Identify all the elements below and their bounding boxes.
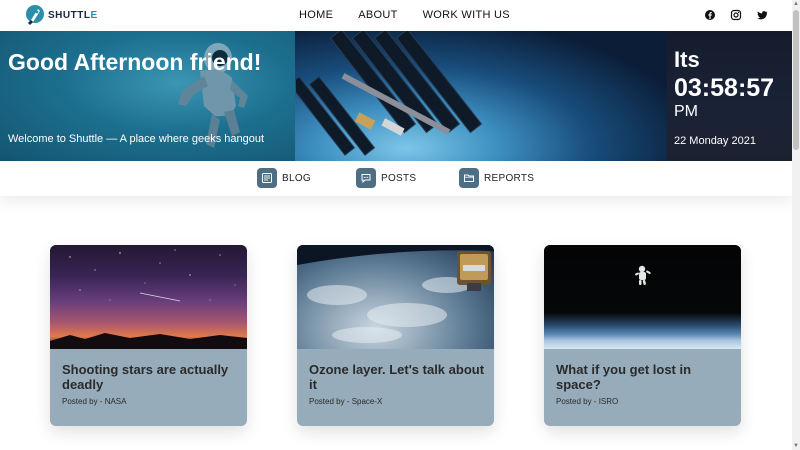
card-title[interactable]: Ozone layer. Let's talk about it: [309, 362, 487, 392]
nav-links: HOME ABOUT WORK WITH US: [299, 9, 535, 21]
clock-date: 22 Monday 2021: [674, 135, 756, 147]
social-links: [704, 8, 768, 21]
logo-text: SHUTTLE: [48, 9, 98, 21]
scrollbar-thumb[interactable]: [793, 10, 799, 150]
card-title[interactable]: What if you get lost in space?: [556, 362, 734, 392]
tab-posts-label: POSTS: [381, 172, 417, 184]
nav-link-home[interactable]: HOME: [299, 9, 333, 21]
rocket-logo-icon: [26, 5, 44, 25]
hero-welcome-text: Welcome to Shuttle — A place where geeks…: [8, 133, 265, 145]
instagram-icon[interactable]: [730, 8, 742, 21]
card-title[interactable]: Shooting stars are actually deadly: [62, 362, 240, 392]
clock-time: 03:58:57: [674, 74, 775, 102]
clock-prefix: Its: [674, 47, 700, 72]
tab-reports-label: REPORTS: [484, 172, 535, 184]
blog-icon: [257, 168, 277, 188]
nav-link-work-with-us[interactable]: WORK WITH US: [423, 9, 510, 21]
reports-icon: [459, 168, 479, 188]
tab-blog[interactable]: BLOG: [257, 168, 311, 188]
night-sky-image: [50, 245, 247, 349]
space-station-image: [296, 31, 483, 156]
category-tabbar: BLOG POSTS REPORTS: [0, 161, 792, 196]
astronaut-space-image: [544, 245, 741, 349]
card-meta: Posted by - Space-X: [309, 397, 383, 406]
earth-orbit-image: [297, 245, 494, 349]
card-meta: Posted by - ISRO: [556, 397, 619, 406]
scroll-up-arrow-icon[interactable]: ▲: [793, 1, 799, 7]
page-scrollbar[interactable]: ▲ ▼: [792, 0, 800, 450]
post-card[interactable]: What if you get lost in space? Posted by…: [544, 245, 741, 426]
logo[interactable]: SHUTTLE: [22, 3, 98, 27]
tab-blog-label: BLOG: [282, 172, 311, 184]
tab-reports[interactable]: REPORTS: [459, 168, 534, 188]
hero-banner: Good Afternoon friend! Welcome to Shuttl…: [0, 31, 792, 161]
twitter-icon[interactable]: [756, 8, 768, 20]
facebook-icon[interactable]: [704, 8, 716, 20]
posts-icon: [356, 168, 376, 188]
scroll-down-arrow-icon[interactable]: ▼: [793, 443, 799, 449]
tab-posts[interactable]: POSTS: [356, 168, 416, 188]
post-card[interactable]: Shooting stars are actually deadly Poste…: [50, 245, 247, 426]
post-card[interactable]: Ozone layer. Let's talk about it Posted …: [297, 245, 494, 426]
top-navbar: SHUTTLE HOME ABOUT WORK WITH US: [0, 0, 792, 31]
card-meta: Posted by - NASA: [62, 397, 127, 406]
hero-greeting: Good Afternoon friend!: [8, 49, 262, 75]
clock-ampm: PM: [674, 103, 698, 120]
nav-link-about[interactable]: ABOUT: [358, 9, 397, 21]
